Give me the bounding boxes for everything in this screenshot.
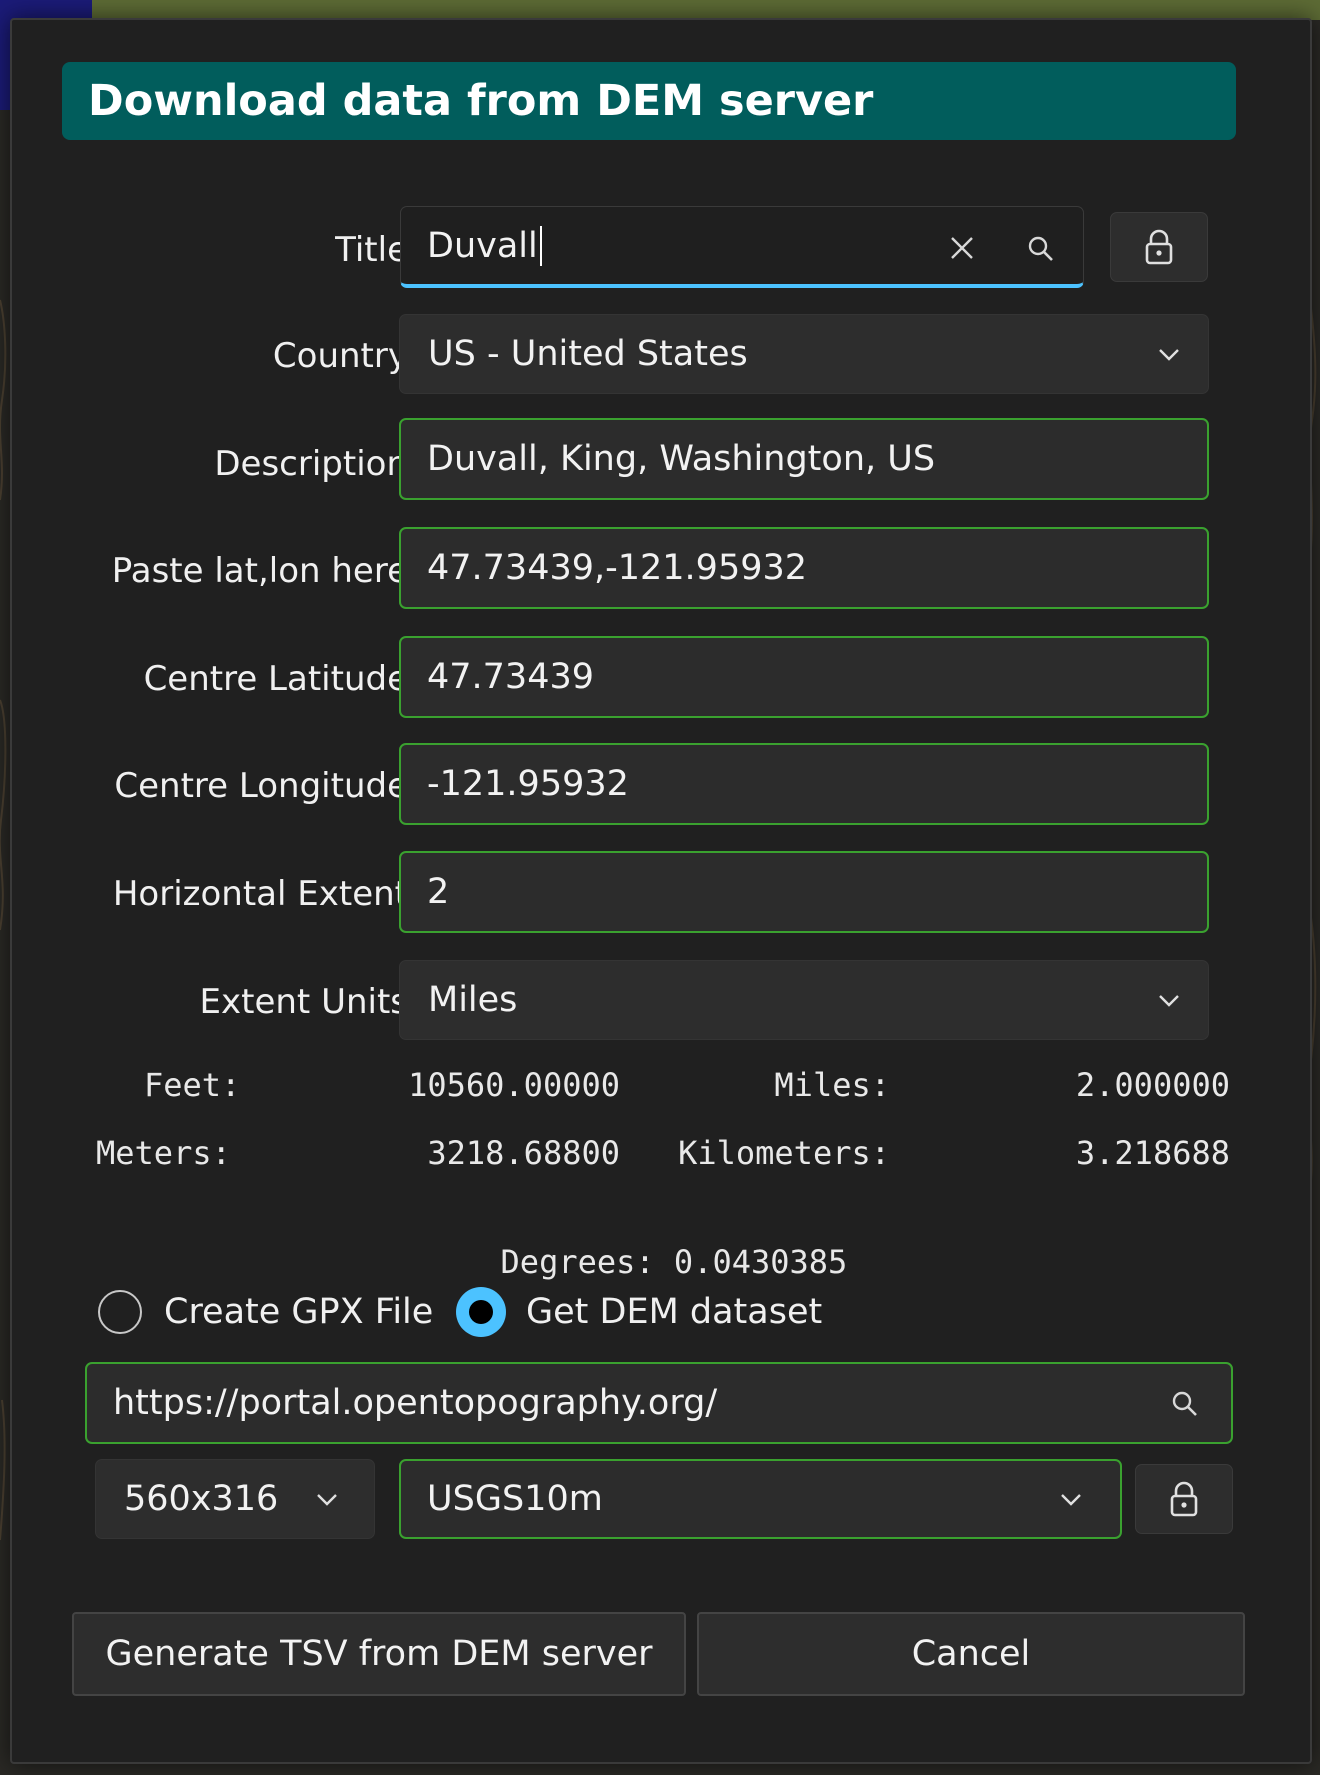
create-gpx-label: Create GPX File (164, 1292, 434, 1332)
paste-latlon-value: 47.73439,-121.95932 (427, 548, 808, 588)
centre-latitude-value: 47.73439 (427, 657, 595, 697)
extent-units-value: Miles (428, 980, 518, 1020)
search-icon[interactable] (1027, 235, 1055, 263)
close-icon[interactable] (949, 235, 975, 261)
country-label: Country (272, 336, 408, 376)
lock-icon (1170, 1481, 1198, 1517)
description-input[interactable]: Duvall, King, Washington, US (399, 418, 1209, 500)
dataset-lock-button[interactable] (1135, 1464, 1233, 1534)
feet-label: Feet: (144, 1066, 241, 1104)
description-label: Description (214, 444, 408, 484)
miles-label: Miles: (774, 1066, 890, 1104)
chevron-down-icon (1061, 1494, 1081, 1506)
miles-value: 2.000000 (1075, 1066, 1230, 1104)
chevron-down-icon (1159, 995, 1179, 1007)
dataset-value: USGS10m (427, 1479, 603, 1519)
dataset-dropdown[interactable]: USGS10m (399, 1459, 1122, 1539)
horizontal-extent-input[interactable]: 2 (399, 851, 1209, 933)
radio-unchecked-icon (98, 1290, 142, 1334)
extent-units-dropdown[interactable]: Miles (399, 960, 1209, 1040)
create-gpx-radio[interactable]: Create GPX File (98, 1282, 433, 1342)
description-value: Duvall, King, Washington, US (427, 439, 936, 479)
get-dem-radio[interactable]: Get DEM dataset (456, 1282, 822, 1342)
centre-longitude-label: Centre Longitude (114, 766, 408, 806)
search-icon[interactable] (1171, 1390, 1199, 1418)
horizontal-extent-label: Horizontal Extent (112, 874, 408, 914)
extent-units-label: Extent Units (199, 982, 408, 1022)
lock-icon (1145, 229, 1173, 265)
server-url-input[interactable]: https://portal.opentopography.org/ (85, 1362, 1233, 1444)
chevron-down-icon (1159, 349, 1179, 361)
centre-latitude-input[interactable]: 47.73439 (399, 636, 1209, 718)
country-value: US - United States (428, 334, 748, 374)
feet-value: 10560.00000 (408, 1066, 620, 1104)
centre-longitude-value: -121.95932 (427, 764, 629, 804)
title-input[interactable]: Duvall (400, 206, 1084, 288)
meters-value: 3218.68800 (427, 1134, 620, 1172)
chevron-down-icon (317, 1494, 337, 1506)
degrees-label: Degrees: (500, 1243, 655, 1281)
resolution-dropdown[interactable]: 560x316 (95, 1459, 375, 1539)
horizontal-extent-value: 2 (427, 872, 450, 912)
title-input-value: Duvall (427, 225, 538, 266)
degrees-readout: Degrees: 0.0430385 (462, 1202, 848, 1282)
paste-latlon-input[interactable]: 47.73439,-121.95932 (399, 527, 1209, 609)
text-caret (539, 225, 542, 266)
degrees-value: 0.0430385 (673, 1243, 848, 1281)
kilometers-label: Kilometers: (678, 1134, 890, 1172)
centre-longitude-input[interactable]: -121.95932 (399, 743, 1209, 825)
paste-latlon-label: Paste lat,lon here (111, 551, 408, 591)
country-dropdown[interactable]: US - United States (399, 314, 1209, 394)
meters-label: Meters: (96, 1134, 231, 1172)
title-lock-button[interactable] (1110, 212, 1208, 282)
generate-tsv-button[interactable]: Generate TSV from DEM server (72, 1612, 686, 1696)
resolution-value: 560x316 (124, 1479, 279, 1519)
centre-latitude-label: Centre Latitude (143, 659, 408, 699)
dialog-title: Download data from DEM server (62, 62, 1236, 140)
title-label: Title (335, 230, 408, 270)
get-dem-label: Get DEM dataset (526, 1292, 823, 1332)
cancel-button[interactable]: Cancel (697, 1612, 1245, 1696)
kilometers-value: 3.218688 (1075, 1134, 1230, 1172)
server-url-value: https://portal.opentopography.org/ (113, 1383, 718, 1423)
radio-checked-icon (456, 1287, 506, 1337)
